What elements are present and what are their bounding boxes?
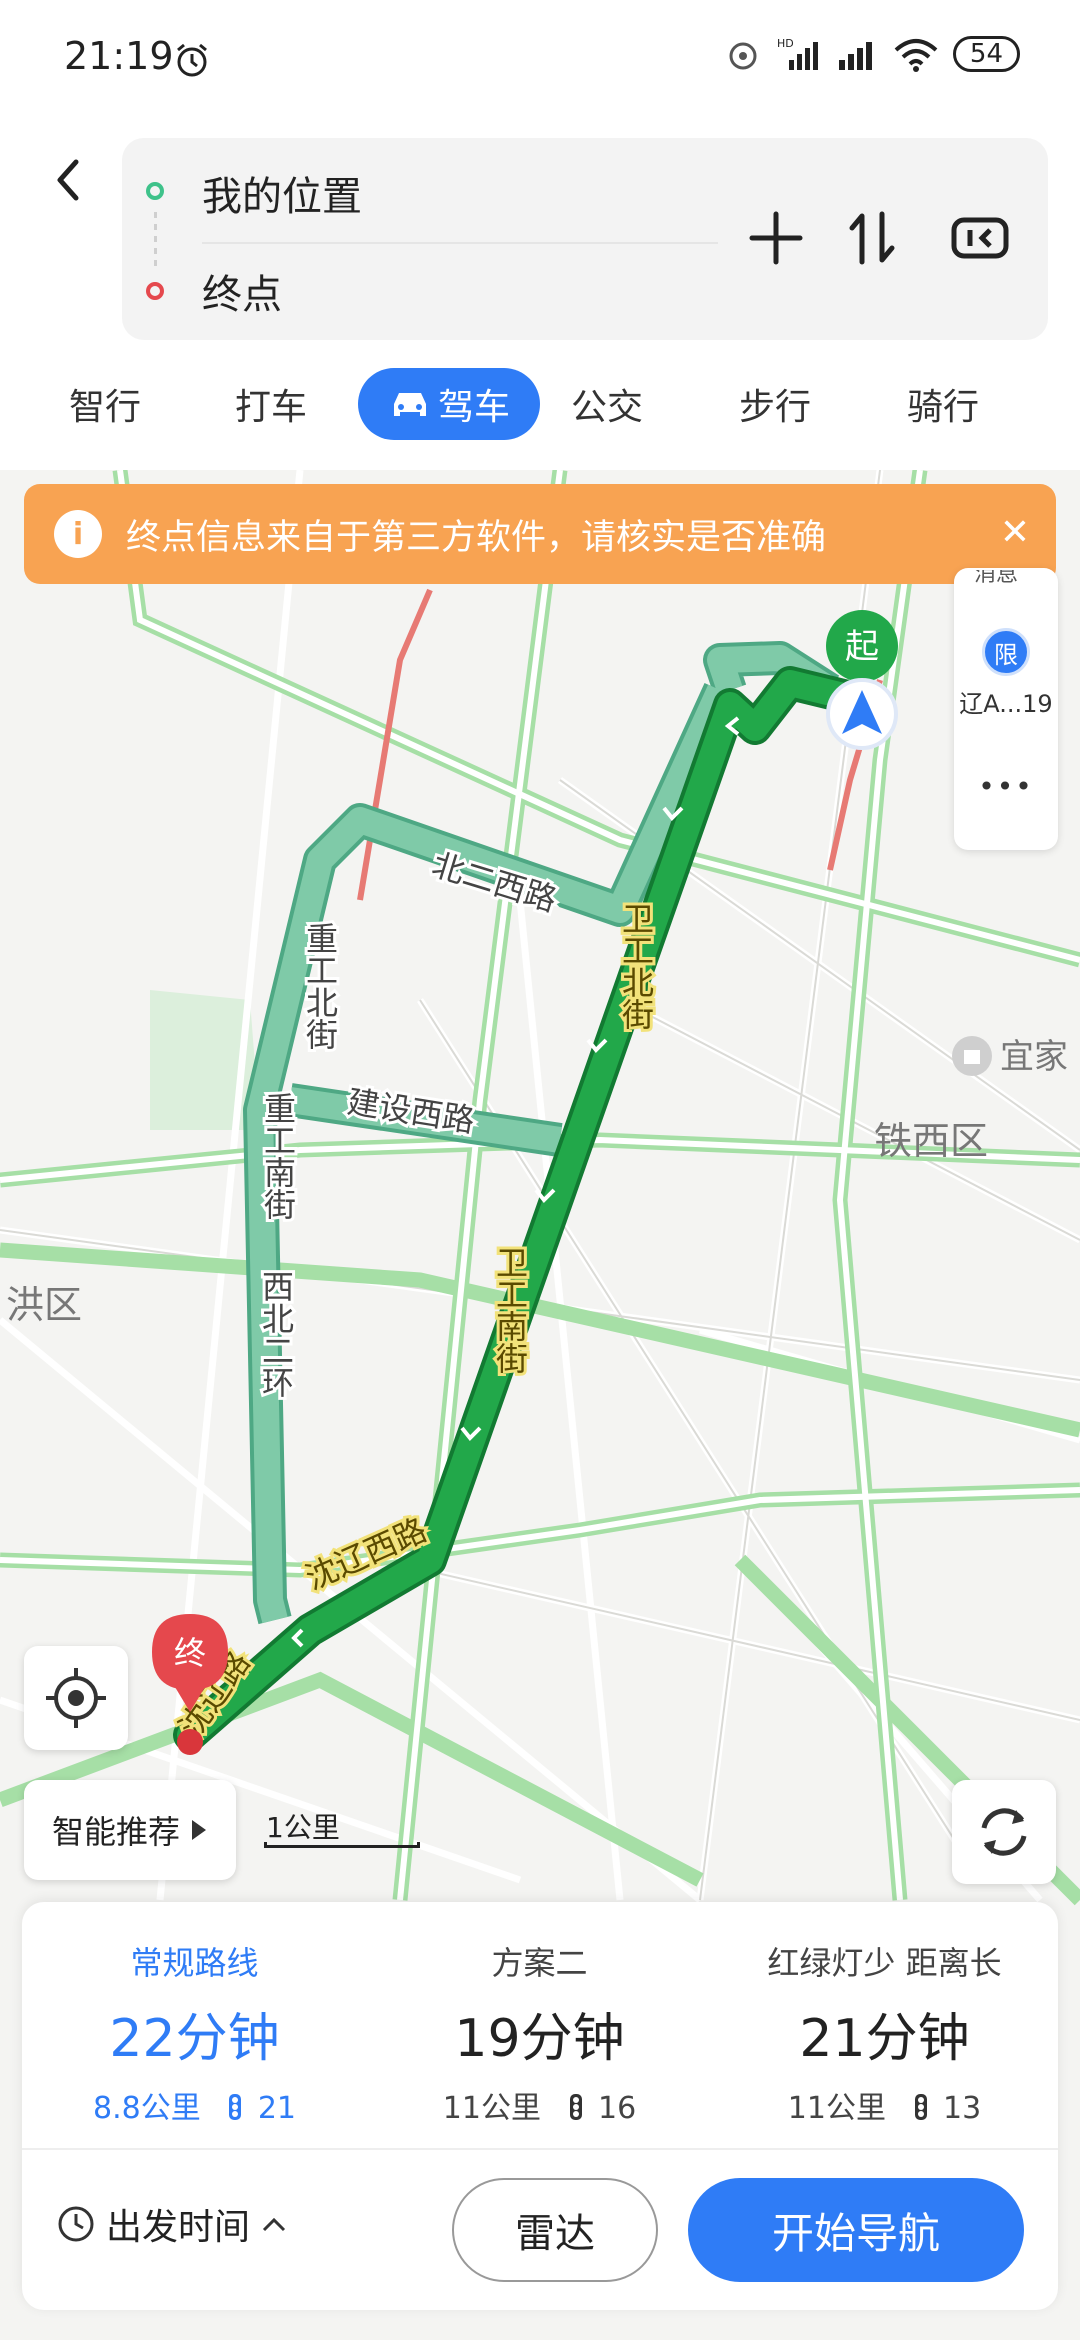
option-lights: 21 — [257, 2091, 296, 2126]
alarm-icon — [177, 43, 207, 77]
option-lights: 16 — [598, 2091, 637, 2126]
clock-icon — [58, 2206, 94, 2242]
label-tiexi-qu: 铁西区 — [874, 1119, 988, 1163]
start-navigation-button[interactable]: 开始导航 — [688, 2178, 1024, 2282]
field-divider — [202, 242, 718, 244]
play-triangle-icon — [192, 1820, 206, 1840]
tab-ride-label: 骑行 — [906, 387, 979, 428]
third-party-warning-banner: i 终点信息来自于第三方软件，请核实是否准确 ✕ — [24, 484, 1056, 584]
depart-time-selector[interactable]: 出发时间 — [56, 2198, 288, 2250]
option-time: 21分钟 — [799, 2009, 970, 2069]
plate-settings-button[interactable] — [950, 208, 1010, 268]
battery-indicator: 54 — [952, 36, 1020, 72]
tab-walk[interactable]: 步行 — [710, 368, 840, 440]
option-label: 方案二 — [491, 1944, 588, 1982]
label-zhonggong-nanjie: 重工南街 — [259, 1092, 297, 1220]
status-time: 21:19 — [64, 34, 174, 78]
locate-icon — [46, 1668, 106, 1728]
start-marker-label: 起 — [845, 627, 879, 667]
tab-bus[interactable]: 公交 — [542, 368, 672, 440]
chevron-up-icon — [262, 2217, 286, 2232]
option-time: 19分钟 — [454, 2009, 625, 2069]
option-details: 11公里 16 — [367, 2083, 712, 2127]
traffic-light-icon — [569, 2094, 582, 2120]
route-option-regular[interactable]: 常规路线 22分钟 8.8公里 21 — [22, 1902, 367, 2127]
option-lights: 13 — [943, 2091, 982, 2126]
origin-dot — [146, 182, 164, 200]
tab-smart[interactable]: 智行 — [40, 368, 170, 440]
yijia-poi-icon — [952, 1036, 992, 1076]
smart-recommend-button[interactable]: 智能推荐 — [24, 1780, 236, 1880]
hd-label: HD — [777, 37, 794, 50]
swap-route-button[interactable] — [842, 208, 902, 268]
banner-close-button[interactable]: ✕ — [1000, 512, 1030, 553]
route-map[interactable]: 北二西路 建设西路 重工北街 重工南街 西北二环 卫工北街 卫工南街 沈辽西路 … — [0, 470, 1080, 1910]
smart-recommend-label: 智能推荐 — [51, 1813, 180, 1851]
more-button[interactable]: ••• — [958, 770, 1054, 803]
refresh-route-button[interactable] — [952, 1780, 1056, 1884]
route-dots — [154, 212, 157, 272]
plate-label: 辽A...19 — [959, 690, 1053, 718]
tab-drive[interactable]: 驾车 — [358, 368, 540, 440]
destination-dot — [146, 282, 164, 300]
traffic-limit-icon[interactable]: 限 — [982, 628, 1030, 676]
back-button[interactable] — [46, 150, 90, 210]
option-label: 红绿灯少 距离长 — [767, 1944, 1002, 1982]
option-time: 22分钟 — [109, 2009, 280, 2069]
locate-button[interactable] — [24, 1646, 128, 1750]
tab-drive-label: 驾车 — [437, 387, 510, 428]
option-label: 常规路线 — [130, 1944, 259, 1982]
current-location-arrow-icon — [826, 678, 898, 750]
signal-hd-icon: HD — [777, 37, 818, 70]
refresh-icon — [981, 1808, 1027, 1856]
status-icons: HD 54 — [723, 36, 1020, 72]
label-weigong-beijie: 卫工北街 — [617, 902, 655, 1030]
origin-field[interactable]: 我的位置 — [202, 164, 362, 222]
add-stop-button[interactable] — [746, 208, 806, 268]
option-details: 11公里 13 — [712, 2083, 1057, 2127]
signal-icon — [838, 42, 872, 70]
option-details: 8.8公里 21 — [22, 2083, 367, 2127]
info-icon: i — [54, 510, 102, 558]
map-scale-label: 1公里 — [266, 1811, 340, 1844]
tab-taxi[interactable]: 打车 — [206, 368, 336, 440]
start-marker: 起 — [826, 610, 898, 682]
car-icon — [393, 393, 426, 416]
end-marker-label: 终 — [174, 1634, 206, 1672]
tab-walk-label: 步行 — [738, 387, 811, 428]
route-option-3[interactable]: 红绿灯少 距离长 21分钟 11公里 13 — [712, 1902, 1057, 2127]
label-yijia: 宜家 — [1000, 1037, 1068, 1077]
option-distance: 8.8公里 — [93, 2091, 201, 2126]
label-weigong-nanjie: 卫工南街 — [491, 1246, 529, 1374]
label-xibei-erhuan: 西北二环 — [257, 1270, 295, 1398]
option-distance: 11公里 — [787, 2091, 886, 2126]
tab-bus-label: 公交 — [570, 387, 643, 428]
traffic-light-icon — [229, 2094, 242, 2120]
label-zhonggong-beijie: 重工北街 — [301, 922, 339, 1050]
tab-smart-label: 智行 — [68, 387, 141, 428]
hotspot-icon — [729, 42, 757, 70]
route-option-2[interactable]: 方案二 19分钟 11公里 16 — [367, 1902, 712, 2127]
label-hongqu: 洪区 — [6, 1283, 82, 1327]
radar-button[interactable]: 雷达 — [452, 2178, 658, 2282]
traffic-light-icon — [914, 2094, 927, 2120]
option-distance: 11公里 — [442, 2091, 541, 2126]
messages-label[interactable]: 消息 — [974, 570, 1018, 592]
depart-time-label: 出发时间 — [106, 2207, 251, 2248]
sheet-divider — [22, 2148, 1058, 2150]
map-scale-bar — [264, 1842, 420, 1848]
wifi-icon — [894, 39, 938, 72]
destination-field[interactable]: 终点 — [202, 262, 282, 320]
tab-taxi-label: 打车 — [234, 387, 307, 428]
tab-ride[interactable]: 骑行 — [878, 368, 1008, 440]
banner-text: 终点信息来自于第三方软件，请核实是否准确 — [126, 517, 827, 558]
